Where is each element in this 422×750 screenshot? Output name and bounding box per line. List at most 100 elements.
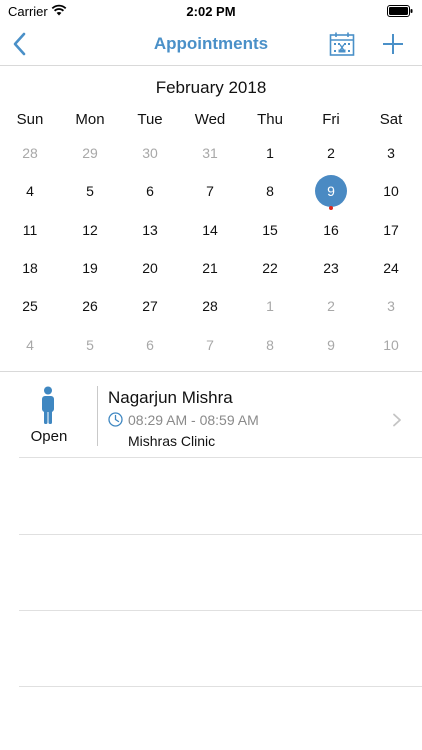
calendar-day[interactable]: 16 [301,211,361,249]
weekday-sun: Sun [16,111,44,128]
day-number: 28 [202,298,218,314]
calendar-day[interactable]: 15 [240,211,300,249]
calendar-day[interactable]: 17 [361,211,421,249]
calendar-day[interactable]: 1 [240,287,300,325]
calendar-day[interactable]: 22 [240,249,300,287]
day-number: 25 [22,298,38,314]
calendar-day[interactable]: 31 [180,134,240,172]
day-number: 28 [22,145,38,161]
day-number: 3 [387,145,395,161]
day-number: 20 [142,260,158,276]
day-number: 22 [262,260,278,276]
day-number: 27 [142,298,158,314]
day-number: 7 [206,183,214,199]
day-number: 14 [202,222,218,238]
weekday-fri: Fri [322,111,340,128]
appointment-time: 08:29 AM - 08:59 AM [128,412,259,428]
patient-name: Nagarjun Mishra [108,388,233,407]
day-number: 11 [22,222,38,238]
day-number: 19 [82,260,98,276]
day-number: 2 [327,145,335,161]
calendar-day[interactable]: 5 [60,172,120,210]
day-number: 15 [262,222,278,238]
day-number: 26 [82,298,98,314]
event-dot [329,206,333,210]
calendar-day[interactable]: 12 [60,211,120,249]
day-number: 5 [86,337,94,353]
weekday-header: Sun Mon Tue Wed Thu Fri Sat [0,111,422,129]
calendar-day[interactable]: 11 [0,211,60,249]
calendar-day[interactable]: 28 [0,134,60,172]
day-number: 7 [206,337,214,353]
calendar-day[interactable]: 13 [120,211,180,249]
day-number: 18 [22,260,38,276]
calendar-day[interactable]: 21 [180,249,240,287]
appointment-status: Open [30,428,68,445]
day-number: 3 [387,298,395,314]
day-number: 23 [323,260,339,276]
calendar-day[interactable]: 18 [0,249,60,287]
day-number: 12 [82,222,98,238]
calendar-day[interactable]: 4 [0,326,60,364]
calendar-day[interactable]: 6 [120,326,180,364]
day-number: 5 [86,183,94,199]
calendar-day[interactable]: 23 [301,249,361,287]
calendar-day[interactable]: 10 [361,172,421,210]
calendar-day[interactable]: 1 [240,134,300,172]
calendar-day[interactable]: 26 [60,287,120,325]
page-title: Appointments [153,34,269,53]
calendar-day[interactable]: 5 [60,326,120,364]
day-number: 10 [383,337,399,353]
day-number: 9 [327,337,335,353]
calendar-day[interactable]: 24 [361,249,421,287]
calendar-day[interactable]: 3 [361,287,421,325]
day-number: 6 [146,337,154,353]
calendar-day[interactable]: 27 [120,287,180,325]
day-number: 17 [383,222,399,238]
month-title: February 2018 [155,78,267,97]
calendar-day[interactable]: 20 [120,249,180,287]
calendar-day[interactable]: 25 [0,287,60,325]
day-number: 31 [202,145,218,161]
day-number: 9 [315,175,347,207]
appointment-row[interactable]: Open Nagarjun Mishra 08:29 AM - 08:59 AM… [0,372,422,457]
vertical-divider [97,386,98,446]
divider [19,686,422,687]
weekday-mon: Mon [75,111,105,128]
day-number: 1 [266,145,274,161]
weekday-sat: Sat [379,111,403,128]
calendar-day[interactable]: 7 [180,172,240,210]
day-number: 30 [142,145,158,161]
chevron-right-icon [393,413,401,427]
add-button[interactable] [380,31,406,57]
day-number: 6 [146,183,154,199]
calendar-day[interactable]: 3 [361,134,421,172]
calendar-day[interactable]: 6 [120,172,180,210]
day-number: 2 [327,298,335,314]
calendar-day[interactable]: 10 [361,326,421,364]
calendar-day[interactable]: 8 [240,326,300,364]
calendar-day[interactable]: 28 [180,287,240,325]
calendar-day[interactable]: 8 [240,172,300,210]
calendar-day[interactable]: 30 [120,134,180,172]
weekday-thu: Thu [257,111,283,128]
calendar-day[interactable]: 19 [60,249,120,287]
calendar-day[interactable]: 4 [0,172,60,210]
selected-day[interactable]: 9 [301,172,361,210]
day-number: 21 [202,260,218,276]
calendar-grid: 28 29 30 31 1 2 3 4 5 6 7 8 9 10 11 12 13 14 15 16 17 18 19 20 2… [0,134,422,364]
calendar-day[interactable]: 2 [301,134,361,172]
calendar-day[interactable]: 14 [180,211,240,249]
calendar-day[interactable]: 7 [180,326,240,364]
weekday-wed: Wed [194,111,226,128]
day-number: 29 [82,145,98,161]
calendar-day[interactable]: 2 [301,287,361,325]
day-number: 8 [266,337,274,353]
weekday-tue: Tue [137,111,163,128]
calendar-day[interactable]: 9 [301,326,361,364]
day-number: 8 [266,183,274,199]
day-number: 1 [266,298,274,314]
calendar-day[interactable]: 29 [60,134,120,172]
empty-slot [0,458,422,534]
calendar-icon[interactable] [329,31,355,57]
